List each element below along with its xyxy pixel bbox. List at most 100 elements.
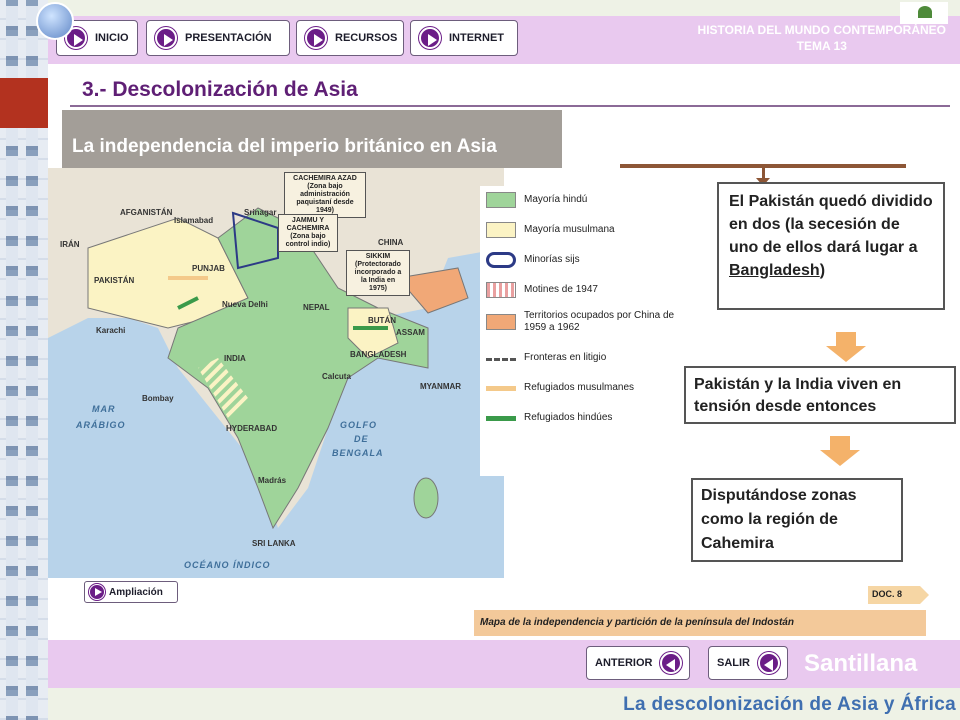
salir-label: SALIR [717, 657, 750, 669]
map-caption: Mapa de la independencia y partición de … [474, 610, 926, 636]
map-label-assam: ASSAM [396, 328, 425, 337]
map-legend: Mayoría hindú Mayoría musulmana Minorías… [480, 186, 702, 476]
map-label-bombay: Bombay [142, 394, 174, 403]
legend-label: Refugiados musulmanes [524, 382, 635, 393]
map-label-hyderabad: HYDERABAD [226, 424, 278, 433]
map: AFGANISTÁN IRÁN PAKISTÁN INDIA CHINA NEP… [48, 168, 504, 578]
map-label-myanmar: MYANMAR [420, 382, 462, 391]
salir-button[interactable]: SALIR [708, 646, 788, 680]
legend-row: Territorios ocupados por China de 1959 a… [486, 310, 684, 334]
info-box-text: El Pakistán quedó dividido en dos (la se… [729, 193, 933, 256]
bottom-bar: ANTERIOR SALIR Santillana [48, 640, 960, 688]
legend-row: Refugiados hindúes [486, 412, 612, 424]
map-label-karachi: Karachi [96, 326, 126, 335]
legend-label: Mayoría hindú [524, 194, 588, 205]
down-arrow-icon [820, 436, 860, 466]
sea-label-golfo: GOLFO [340, 420, 377, 430]
callout-cachemira-azad: CACHEMIRA AZAD (Zona bajo administración… [284, 172, 366, 218]
legend-row: Minorías sijs [486, 252, 580, 268]
title-rule [70, 105, 950, 107]
internet-button[interactable]: INTERNET [410, 20, 518, 56]
callout-title: SIKKIM [365, 253, 391, 260]
legend-swatch [486, 314, 516, 330]
sea-label-bengala: BENGALA [332, 448, 384, 458]
back-arrow-icon [758, 652, 780, 674]
legend-swatch [486, 415, 516, 421]
legend-swatch [486, 222, 516, 238]
internet-label: INTERNET [449, 32, 504, 44]
doc-tag: DOC. 8 [868, 586, 929, 604]
course-heading: HISTORIA DEL MUNDO CONTEMPORÁNEO TEMA 13 [698, 22, 946, 54]
map-label-islamabad: Islamabad [174, 216, 214, 225]
publisher-logo [900, 2, 948, 24]
ampliacion-label: Ampliación [109, 586, 163, 598]
legend-swatch [486, 192, 516, 208]
map-label-madras: Madrás [258, 476, 287, 485]
map-label-nepal: NEPAL [303, 303, 330, 312]
legend-label: Territorios ocupados por China de 1959 a… [524, 310, 675, 333]
callout-text: (Zona bajo control indio) [285, 233, 331, 248]
legend-row: Refugiados musulmanes [486, 382, 634, 394]
map-label-pakistan: PAKISTÁN [94, 276, 135, 285]
section-title: 3.- Descolonización de Asia [82, 78, 358, 101]
recursos-button[interactable]: RECURSOS [296, 20, 404, 56]
bangladesh-link[interactable]: Bangladesh [729, 262, 820, 279]
info-box-pakistan: El Pakistán quedó dividido en dos (la se… [717, 182, 945, 310]
sea-label-de: DE [354, 434, 369, 444]
callout-jammu-cachemira: JAMMU Y CACHEMIRA (Zona bajo control ind… [278, 214, 338, 252]
sea-label-oceano-indico: OCÉANO ÍNDICO [184, 560, 271, 570]
callout-sikkim: SIKKIM (Protectorado incorporado a la In… [346, 250, 410, 296]
legend-label: Refugiados hindúes [524, 412, 613, 423]
sea-label-arabigo: ARÁBIGO [76, 420, 126, 430]
anterior-label: ANTERIOR [595, 657, 653, 669]
anterior-button[interactable]: ANTERIOR [586, 646, 690, 680]
footer-title: La descolonización de Asia y África [623, 694, 956, 715]
map-graphic [48, 168, 504, 530]
top-navigation: INICIO PRESENTACIÓN RECURSOS INTERNET HI… [48, 16, 960, 64]
map-label-butan: BUTÁN [368, 316, 396, 325]
presentacion-button[interactable]: PRESENTACIÓN [146, 20, 290, 56]
map-label-sri-lanka: SRI LANKA [252, 539, 296, 548]
info-box-cachemira: Disputándose zonas como la región de Cah… [691, 478, 903, 562]
play-icon [89, 584, 105, 600]
leaf-icon [918, 6, 932, 18]
inicio-label: INICIO [95, 32, 129, 44]
play-icon [305, 27, 327, 49]
map-label-srinagar: Srinagar [244, 208, 277, 217]
legend-swatch [486, 252, 516, 268]
recursos-label: RECURSOS [335, 32, 398, 44]
map-label-calcuta: Calcuta [322, 372, 351, 381]
sea-label-mar: MAR [92, 404, 116, 414]
callout-text: (Zona bajo administración paquistaní des… [296, 183, 354, 214]
legend-row: Motines de 1947 [486, 282, 598, 298]
callout-title: CACHEMIRA AZAD [293, 175, 357, 182]
legend-label: Fronteras en litigio [524, 352, 607, 363]
legend-row: Mayoría hindú [486, 192, 587, 208]
legend-label: Minorías sijs [524, 254, 580, 265]
legend-swatch [486, 385, 516, 391]
course-subtitle: TEMA 13 [796, 39, 847, 53]
sri-lanka-island [413, 477, 439, 519]
down-arrow-icon [826, 332, 866, 362]
map-label-bangladesh: BANGLADESH [350, 350, 407, 359]
callout-title: JAMMU Y CACHEMIRA [286, 217, 330, 232]
legend-row: Fronteras en litigio [486, 352, 606, 364]
course-title: HISTORIA DEL MUNDO CONTEMPORÁNEO [697, 23, 946, 37]
map-title: La independencia del imperio británico e… [72, 136, 497, 157]
slide: INICIO PRESENTACIÓN RECURSOS INTERNET HI… [36, 2, 960, 688]
red-accent-bar [0, 78, 50, 128]
map-label-afganistan: AFGANISTÁN [120, 208, 173, 217]
legend-label: Mayoría musulmana [524, 224, 615, 235]
play-icon [155, 27, 177, 49]
legend-label: Motines de 1947 [524, 284, 598, 295]
info-box-tail: ) [819, 262, 826, 279]
map-label-iran: IRÁN [60, 240, 80, 249]
map-label-punjab: PUNJAB [192, 264, 225, 273]
back-arrow-icon [660, 652, 683, 674]
ampliacion-button[interactable]: Ampliación [84, 581, 178, 603]
map-label-nueva-delhi: Nueva Delhi [222, 300, 268, 309]
legend-row: Mayoría musulmana [486, 222, 615, 238]
map-label-china: CHINA [378, 238, 404, 247]
map-header: La independencia del imperio británico e… [62, 110, 562, 168]
map-label-india: INDIA [224, 354, 246, 363]
